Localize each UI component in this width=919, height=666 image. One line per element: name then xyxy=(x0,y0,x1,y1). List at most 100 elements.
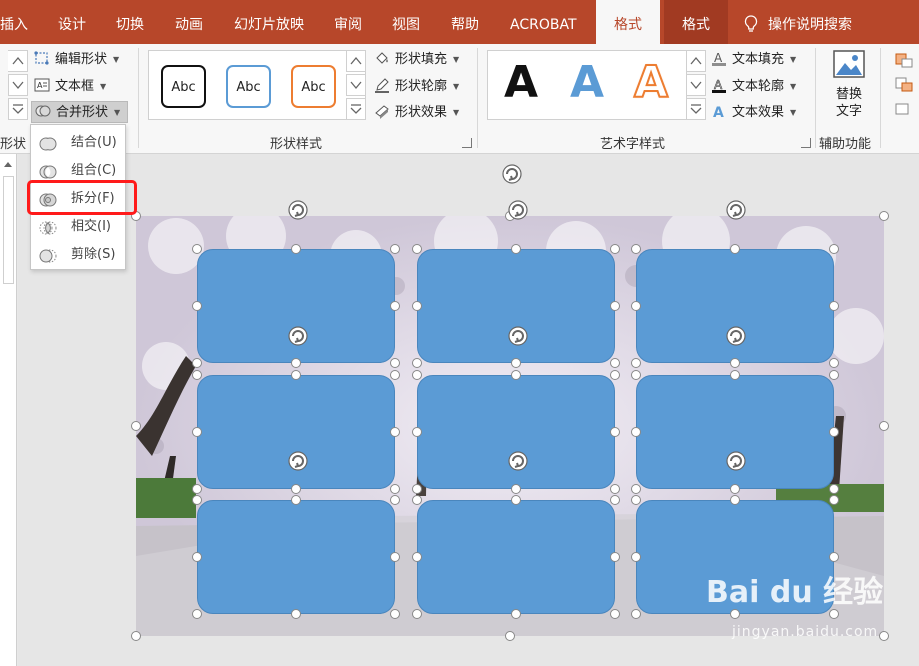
resize-handle[interactable] xyxy=(631,484,641,494)
rotate-handle-icon[interactable] xyxy=(724,198,748,222)
text-effects-button[interactable]: A 文本效果 ▼ xyxy=(711,102,796,124)
resize-handle[interactable] xyxy=(829,484,839,494)
resize-handle[interactable] xyxy=(412,552,422,562)
resize-handle[interactable] xyxy=(511,495,521,505)
resize-handle[interactable] xyxy=(412,301,422,311)
resize-handle[interactable] xyxy=(412,495,422,505)
resize-handle[interactable] xyxy=(192,301,202,311)
menu-item-subtract[interactable]: 剪除(S) xyxy=(31,242,125,268)
resize-handle[interactable] xyxy=(192,358,202,368)
shape-outline-button[interactable]: 形状轮廓 ▼ xyxy=(374,76,459,98)
resize-handle[interactable] xyxy=(610,552,620,562)
rotate-handle-icon[interactable] xyxy=(286,198,310,222)
shape-fill-button[interactable]: 形状填充 ▼ xyxy=(374,49,459,71)
tab-insert[interactable]: 插入 xyxy=(0,0,28,44)
rounded-rectangle-shape[interactable] xyxy=(197,500,395,614)
wordart-preset-orange-outline[interactable]: A xyxy=(633,56,669,109)
style-gallery-scroll-down[interactable] xyxy=(346,74,366,96)
resize-handle[interactable] xyxy=(829,552,839,562)
resize-handle[interactable] xyxy=(390,427,400,437)
edit-shape-button[interactable]: 编辑形状 ▼ xyxy=(34,49,119,71)
tab-animations[interactable]: 动画 xyxy=(175,0,203,44)
resize-handle[interactable] xyxy=(390,370,400,380)
resize-handle[interactable] xyxy=(412,484,422,494)
resize-handle[interactable] xyxy=(192,427,202,437)
style-gallery-more[interactable] xyxy=(346,98,366,120)
resize-handle[interactable] xyxy=(829,427,839,437)
tab-help[interactable]: 帮助 xyxy=(451,0,479,44)
shape-style-preset-black[interactable]: Abc xyxy=(161,65,206,108)
resize-handle[interactable] xyxy=(390,484,400,494)
text-box-button[interactable]: A 文本框 ▼ xyxy=(34,76,106,98)
resize-handle[interactable] xyxy=(192,495,202,505)
slide-thumbnail-pane[interactable] xyxy=(0,154,17,666)
text-outline-button[interactable]: A 文本轮廓 ▼ xyxy=(711,76,796,98)
tab-design[interactable]: 设计 xyxy=(58,0,86,44)
resize-handle[interactable] xyxy=(610,609,620,619)
wordart-gallery-scroll-up[interactable] xyxy=(686,50,706,72)
resize-handle[interactable] xyxy=(879,631,889,641)
resize-handle[interactable] xyxy=(730,358,740,368)
shape-styles-dialog-launcher[interactable] xyxy=(462,138,472,148)
resize-handle[interactable] xyxy=(412,244,422,254)
resize-handle[interactable] xyxy=(879,421,889,431)
resize-handle[interactable] xyxy=(412,358,422,368)
alt-text-button[interactable]: 替换 文字 xyxy=(826,48,872,128)
resize-handle[interactable] xyxy=(390,609,400,619)
rotate-handle-icon[interactable] xyxy=(724,449,748,473)
tab-acrobat[interactable]: ACROBAT xyxy=(510,0,577,44)
resize-handle[interactable] xyxy=(505,631,515,641)
rotate-handle-icon[interactable] xyxy=(506,324,530,348)
shape-gallery-scroll-down[interactable] xyxy=(8,74,28,96)
menu-item-union[interactable]: 结合(U) xyxy=(31,130,125,156)
shape-style-preset-orange[interactable]: Abc xyxy=(291,65,336,108)
resize-handle[interactable] xyxy=(511,370,521,380)
resize-handle[interactable] xyxy=(291,244,301,254)
shape-style-preset-blue[interactable]: Abc xyxy=(226,65,271,108)
tab-format-picture[interactable]: 格式 xyxy=(664,0,728,44)
resize-handle[interactable] xyxy=(412,370,422,380)
resize-handle[interactable] xyxy=(192,484,202,494)
shape-gallery-scroll-up[interactable] xyxy=(8,50,28,72)
resize-handle[interactable] xyxy=(511,484,521,494)
resize-handle[interactable] xyxy=(511,358,521,368)
rotate-handle-icon[interactable] xyxy=(724,324,748,348)
resize-handle[interactable] xyxy=(829,495,839,505)
merge-shapes-button[interactable]: 合并形状 ▼ xyxy=(31,101,128,123)
menu-item-intersect[interactable]: 相交(I) xyxy=(31,214,125,240)
shape-gallery-more[interactable] xyxy=(8,98,28,120)
thumbnail-scrollbar-thumb[interactable] xyxy=(3,176,14,284)
resize-handle[interactable] xyxy=(412,609,422,619)
resize-handle[interactable] xyxy=(192,244,202,254)
tab-view[interactable]: 视图 xyxy=(392,0,420,44)
resize-handle[interactable] xyxy=(631,244,641,254)
resize-handle[interactable] xyxy=(192,370,202,380)
rounded-rectangle-shape[interactable] xyxy=(417,500,615,614)
resize-handle[interactable] xyxy=(610,370,620,380)
rotate-handle-icon[interactable] xyxy=(286,449,310,473)
resize-handle[interactable] xyxy=(631,552,641,562)
resize-handle[interactable] xyxy=(291,484,301,494)
tab-format-active[interactable]: 格式 xyxy=(596,0,660,44)
wordart-preset-blue[interactable]: A xyxy=(570,57,604,108)
resize-handle[interactable] xyxy=(829,358,839,368)
resize-handle[interactable] xyxy=(511,609,521,619)
rotate-handle-icon[interactable] xyxy=(500,162,524,186)
rotate-handle-icon[interactable] xyxy=(506,449,530,473)
resize-handle[interactable] xyxy=(829,370,839,380)
arrange-icons-partial[interactable] xyxy=(894,52,914,122)
resize-handle[interactable] xyxy=(610,301,620,311)
tell-me-search[interactable]: 操作说明搜索 xyxy=(744,0,852,44)
wordart-styles-dialog-launcher[interactable] xyxy=(801,138,811,148)
resize-handle[interactable] xyxy=(192,609,202,619)
resize-handle[interactable] xyxy=(631,301,641,311)
resize-handle[interactable] xyxy=(131,421,141,431)
resize-handle[interactable] xyxy=(192,552,202,562)
resize-handle[interactable] xyxy=(291,495,301,505)
tab-slideshow[interactable]: 幻灯片放映 xyxy=(234,0,304,44)
resize-handle[interactable] xyxy=(511,244,521,254)
resize-handle[interactable] xyxy=(610,358,620,368)
resize-handle[interactable] xyxy=(412,427,422,437)
resize-handle[interactable] xyxy=(730,244,740,254)
style-gallery-scroll-up[interactable] xyxy=(346,50,366,72)
